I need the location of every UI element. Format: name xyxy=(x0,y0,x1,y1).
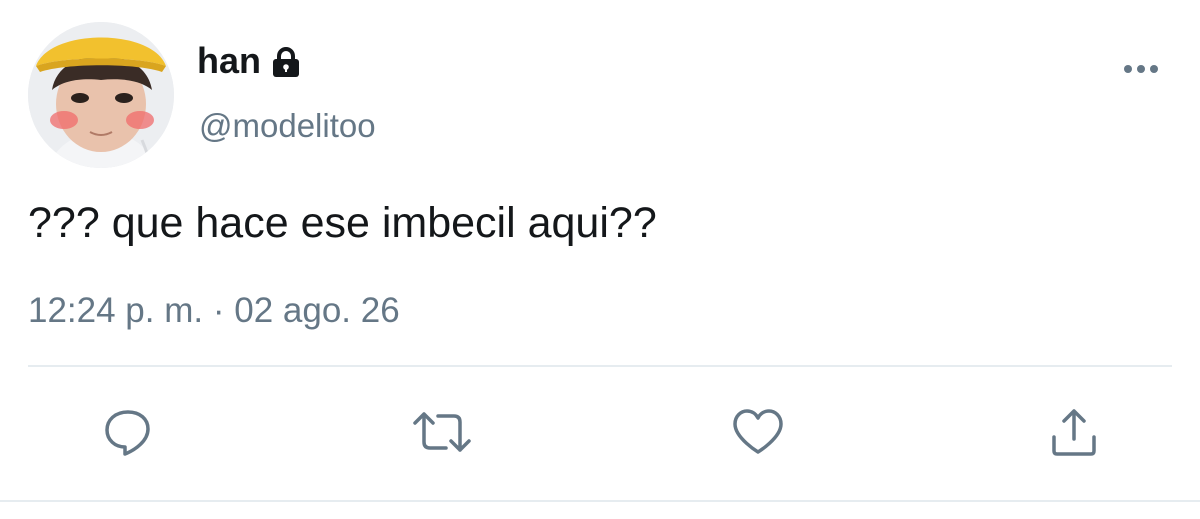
divider xyxy=(0,500,1200,502)
tweet-timestamp[interactable]: 12:24 p. m. · 02 ago. 26 xyxy=(28,288,400,334)
divider xyxy=(28,365,1172,367)
tweet-time: 12:24 p. m. xyxy=(28,291,204,330)
reply-icon xyxy=(103,407,153,457)
like-button[interactable] xyxy=(728,402,788,462)
retweet-button[interactable] xyxy=(412,402,472,462)
share-icon xyxy=(1049,407,1099,457)
lock-icon xyxy=(271,43,301,77)
timestamp-separator: · xyxy=(212,291,225,330)
author-name[interactable]: han xyxy=(197,38,301,84)
more-icon xyxy=(1123,61,1159,79)
share-button[interactable] xyxy=(1044,402,1104,462)
retweet-icon xyxy=(412,410,472,454)
tweet-text: ??? que hace ese imbecil aqui?? xyxy=(28,199,657,247)
author-handle[interactable]: @modelitoo xyxy=(199,104,376,148)
avatar-photo xyxy=(28,22,174,168)
like-icon xyxy=(732,408,784,456)
tweet-date: 02 ago. 26 xyxy=(234,291,400,330)
reply-button[interactable] xyxy=(98,402,158,462)
tweet: han @modelitoo ??? que hace ese imbecil … xyxy=(0,0,1200,519)
avatar[interactable] xyxy=(28,22,174,168)
more-options-button[interactable] xyxy=(1114,56,1168,84)
display-name: han xyxy=(197,40,262,81)
